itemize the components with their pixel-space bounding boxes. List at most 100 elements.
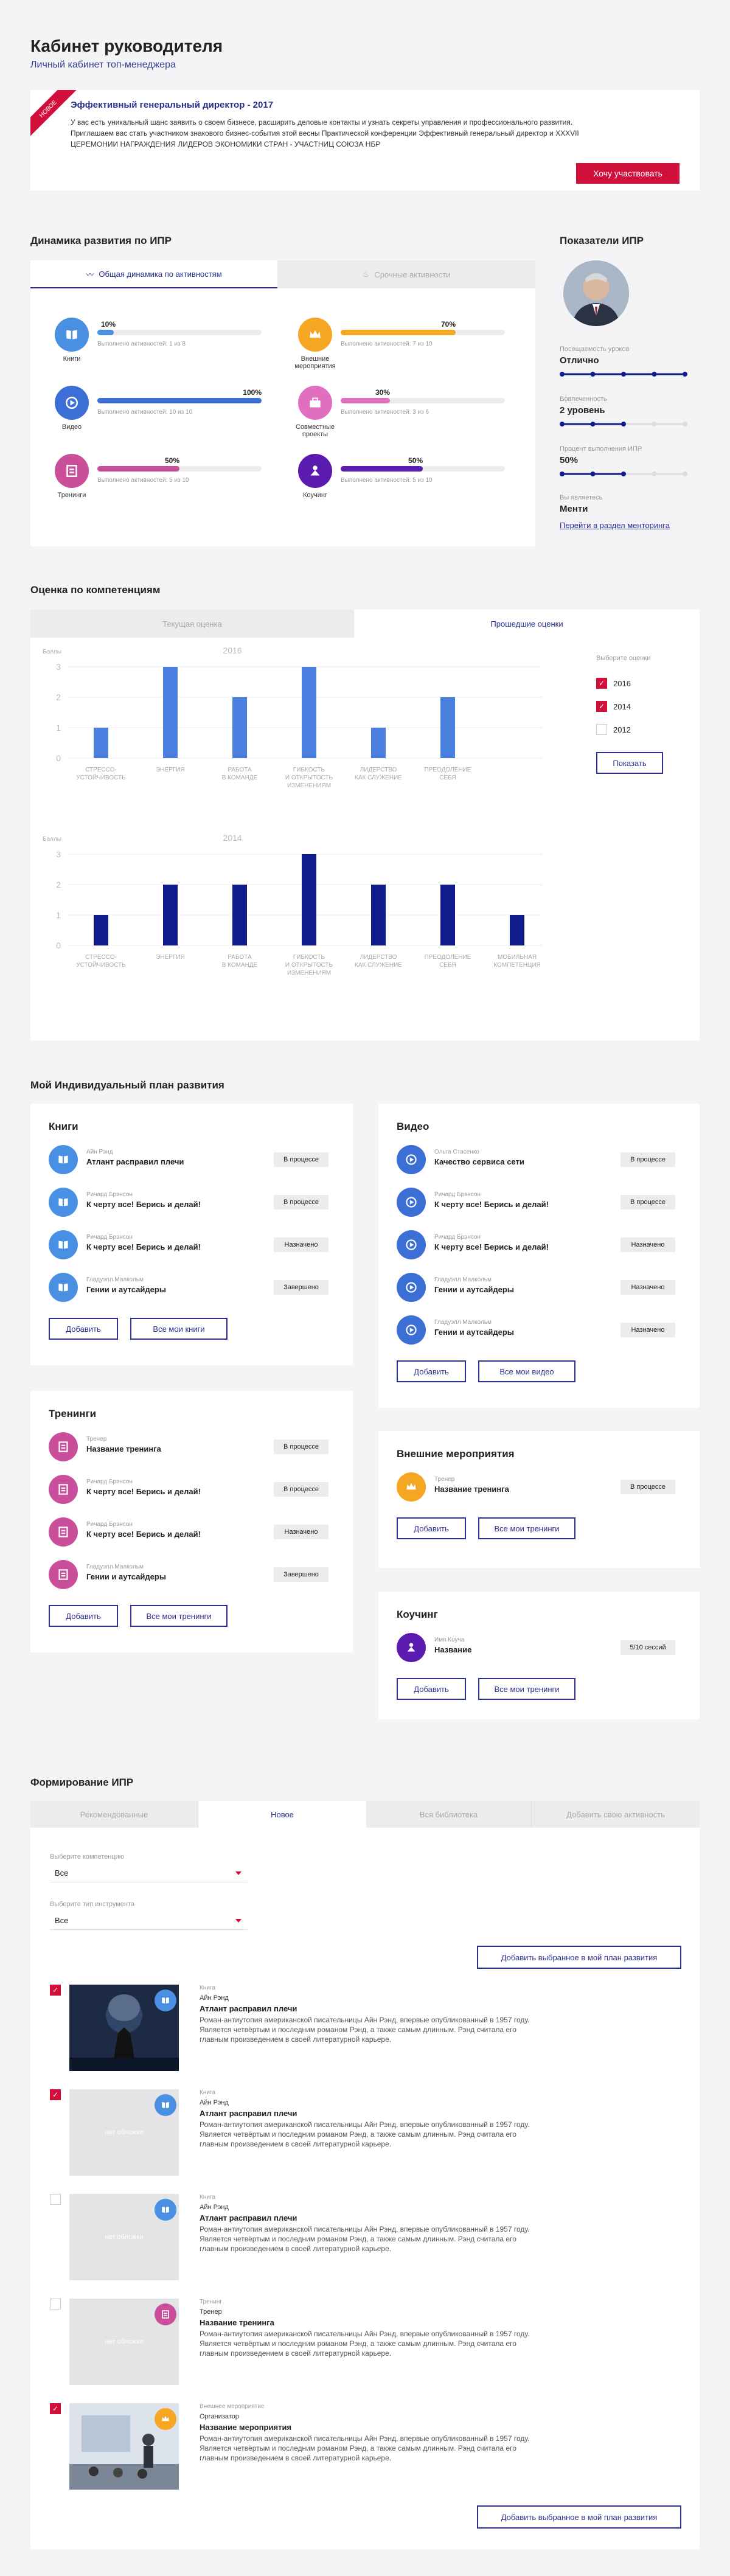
activity-title[interactable]: Атлант расправил плечи (200, 2004, 297, 2013)
year-checkbox-2012[interactable] (596, 724, 607, 735)
plan-item-icon-circle (49, 1188, 78, 1217)
status-badge: В процессе (274, 1439, 328, 1454)
plan-item-title[interactable]: Название (434, 1645, 471, 1654)
crown-icon (162, 2416, 169, 2421)
activity-checkbox[interactable] (50, 2299, 61, 2310)
year-checkbox-2016[interactable]: ✓ (596, 678, 607, 689)
plan-all-button[interactable]: Все мои книги (130, 1318, 228, 1340)
year-checkbox-2014[interactable]: ✓ (596, 701, 607, 712)
activity-description-2: Является четвёртым и последним романом Р… (200, 2025, 516, 2034)
plan-all-button[interactable]: Все мои тренинги (478, 1517, 575, 1539)
dynamics-book-circle (55, 318, 89, 352)
ipr-level-dot (683, 372, 687, 377)
activity-checkbox[interactable]: ✓ (50, 2089, 61, 2100)
dynamics-coaching-circle (298, 454, 332, 488)
plan-item-icon-circle (49, 1432, 78, 1461)
show-button[interactable]: Показать (596, 752, 663, 774)
status-badge: Назначено (620, 1238, 675, 1252)
plan-item-icon-circle (49, 1273, 78, 1302)
competence-select[interactable]: Все (50, 1864, 248, 1882)
trend-icon: 〰 (86, 270, 94, 279)
plan-item-title[interactable]: Качество сервиса сети (434, 1157, 524, 1166)
activity-description-2: Является четвёртым и последним романом Р… (200, 2235, 516, 2243)
ipr-level-dot (590, 372, 596, 377)
plan-item-title[interactable]: К черту все! Берись и делай! (434, 1242, 549, 1251)
plan-add-button[interactable]: Добавить (49, 1318, 118, 1340)
plan-item-icon-circle (49, 1230, 78, 1259)
plan-add-button[interactable]: Добавить (397, 1517, 466, 1539)
activity-author: Организатор (200, 2413, 239, 2420)
plan-card-books: Книги Айн Рэнд Атлант расправил плечи В про… (30, 1104, 353, 1365)
tab-library[interactable]: Вся библиотека (366, 1801, 532, 1828)
training-icon (66, 465, 77, 477)
dynamics-note: Выполнено активностей: 10 из 10 (97, 409, 193, 416)
year-label: 2014 (613, 702, 631, 711)
plan-item-title[interactable]: К черту все! Берись и делай! (434, 1200, 549, 1209)
plan-item-title[interactable]: Название тренинга (86, 1444, 161, 1453)
tab-new[interactable]: Новое (198, 1801, 366, 1828)
plan-item-title[interactable]: Гении и аутсайдеры (86, 1285, 166, 1294)
tab-overall-dynamics[interactable]: 〰 Общая динамика по активностям (30, 260, 277, 288)
plan-item-icon-circle (49, 1145, 78, 1174)
plan-item-title[interactable]: К черту все! Берись и делай! (86, 1200, 201, 1209)
plan-item-author: Ольга Стасенко (434, 1149, 479, 1155)
dynamics-progress-fill (97, 330, 114, 335)
plan-item-title[interactable]: Гении и аутсайдеры (434, 1328, 514, 1337)
tool-type-select-label: Выберите тип инструмента (50, 1901, 134, 1908)
plan-all-button[interactable]: Все мои тренинги (478, 1678, 575, 1700)
activity-title[interactable]: Название тренинга (200, 2318, 274, 2327)
chart-category-label: ЛИДЕРСТВО (360, 954, 397, 961)
plan-add-button[interactable]: Добавить (49, 1605, 118, 1627)
no-cover-text: нет обложки (105, 2233, 144, 2241)
book-icon (66, 330, 77, 339)
activity-checkbox[interactable]: ✓ (50, 2403, 61, 2414)
tab-current-assessment[interactable]: Текущая оценка (30, 610, 354, 638)
chart-category-label: УСТОЙЧИВОСТЬ (76, 773, 126, 781)
dynamics-note: Выполнено активностей: 3 из 6 (341, 409, 429, 416)
plan-item-title[interactable]: Атлант расправил плечи (86, 1157, 184, 1166)
plan-item-title[interactable]: Гении и аутсайдеры (86, 1572, 166, 1581)
add-selected-button-top[interactable]: Добавить выбранное в мой план развития (477, 1946, 681, 1969)
plan-item-title[interactable]: К черту все! Берись и делай! (86, 1530, 201, 1539)
activity-description-3: главным произведением в своей литературн… (200, 2244, 392, 2253)
tab-add-own-activity[interactable]: Добавить свою активность (532, 1801, 700, 1828)
plan-card-title: Коучинг (397, 1609, 438, 1620)
training-icon (58, 1484, 68, 1495)
form-card: Рекомендованные Новое Вся библиотека Доб… (30, 1801, 700, 2549)
participate-button[interactable]: Хочу участвовать (576, 163, 680, 184)
tab-urgent-activities[interactable]: ♨ Срочные активности (277, 260, 535, 288)
activity-title[interactable]: Название мероприятия (200, 2423, 291, 2432)
tab-recommended[interactable]: Рекомендованные (30, 1801, 198, 1828)
status-badge: В процессе (620, 1480, 675, 1494)
chart-bar (163, 885, 178, 945)
plan-add-button[interactable]: Добавить (397, 1678, 466, 1700)
chevron-down-icon (235, 1918, 242, 1923)
activity-title[interactable]: Атлант расправил плечи (200, 2213, 297, 2223)
activity-title[interactable]: Атлант расправил плечи (200, 2109, 297, 2118)
add-selected-button-bottom[interactable]: Добавить выбранное в мой план развития (477, 2505, 681, 2529)
dynamics-briefcase-circle (298, 386, 332, 420)
plan-add-button[interactable]: Добавить (397, 1360, 466, 1382)
competence-select-label: Выберите компетенцию (50, 1853, 125, 1861)
activity-checkbox[interactable]: ✓ (50, 1985, 61, 1996)
plan-all-button[interactable]: Все мои тренинги (130, 1605, 228, 1627)
dynamics-note: Выполнено активностей: 1 из 8 (97, 341, 186, 347)
page-subtitle: Личный кабинет топ-менеджера (30, 60, 176, 70)
play-icon (406, 1154, 417, 1165)
chart-category-label: КАК СЛУЖЕНИЕ (355, 775, 402, 781)
plan-item-title[interactable]: К черту все! Берись и делай! (86, 1242, 201, 1251)
activity-description-1: Роман-антиутопия американской писательни… (200, 2120, 530, 2129)
mentoring-link[interactable]: Перейти в раздел менторинга (560, 521, 670, 530)
dynamics-play-circle (55, 386, 89, 420)
chart-2014: Баллы 2014 0 1 2 3 СТРЕССО-УСТОЙЧИВОСТЬ ЭНЕРГИЯ… (43, 834, 543, 976)
plan-item-title[interactable]: К черту все! Берись и делай! (86, 1487, 201, 1496)
plan-all-button[interactable]: Все мои видео (478, 1360, 575, 1382)
tool-type-select[interactable]: Все (50, 1912, 248, 1930)
activity-checkbox[interactable] (50, 2194, 61, 2205)
plan-item-title[interactable]: Название тренинга (434, 1485, 509, 1494)
activity-type: Книга (200, 2194, 215, 2201)
dynamics-label: Коучинг (303, 492, 327, 499)
plan-item-title[interactable]: Гении и аутсайдеры (434, 1285, 514, 1294)
tab-past-assessments[interactable]: Прошедшие оценки (354, 610, 700, 638)
chart-category-label: ЭНЕРГИЯ (156, 767, 185, 773)
